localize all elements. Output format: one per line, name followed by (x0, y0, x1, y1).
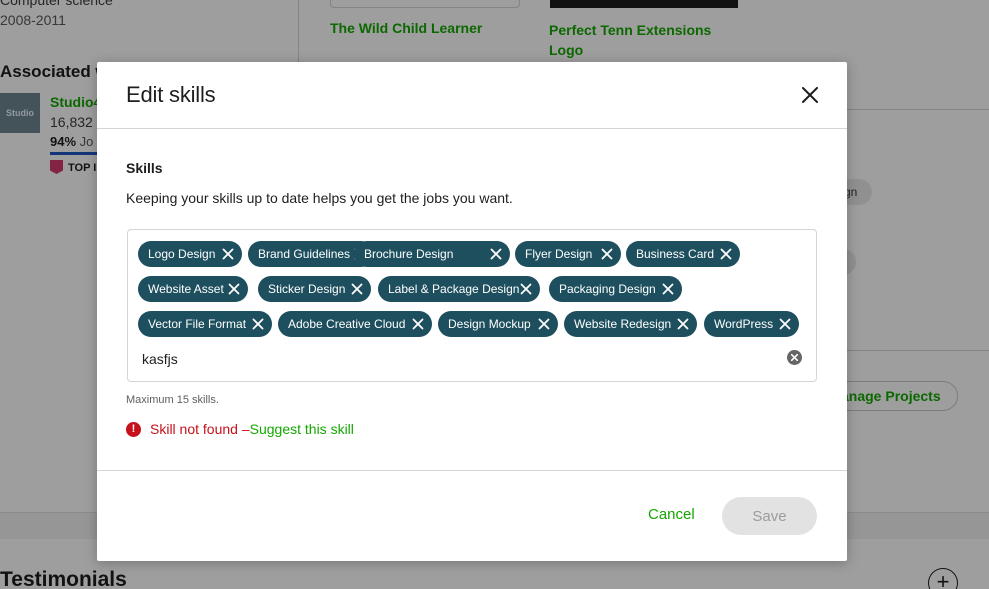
skill-search-input[interactable]: kasfjs (142, 351, 178, 367)
x-icon[interactable] (520, 283, 532, 295)
skill-chip-label: Website Asset (148, 282, 224, 296)
dialog-title: Edit skills (126, 82, 216, 107)
skill-chip[interactable]: Website Redesign (564, 311, 697, 337)
skill-chip[interactable]: Brochure Design (354, 241, 510, 267)
x-icon[interactable] (490, 248, 502, 260)
skill-chip[interactable]: Business Card (626, 241, 740, 267)
x-icon[interactable] (662, 283, 674, 295)
skill-chip-label: Packaging Design (559, 282, 656, 296)
x-icon[interactable] (601, 248, 613, 260)
error-text: Skill not found – (150, 421, 250, 437)
skill-chip-label: Vector File Format (148, 317, 247, 331)
close-icon (802, 87, 818, 103)
skill-chip-label: Brochure Design (364, 247, 454, 261)
skill-chip[interactable]: Sticker Design (258, 276, 371, 302)
skill-chip[interactable]: Label & Package Design (378, 276, 540, 302)
edit-skills-dialog: Edit skills Skills Keeping your skills u… (97, 62, 847, 561)
x-icon[interactable] (779, 318, 791, 330)
clear-circle-icon (791, 354, 798, 361)
close-button[interactable] (797, 82, 823, 108)
skill-chip-label: Adobe Creative Cloud (288, 317, 406, 331)
skill-chip-label: Business Card (636, 247, 715, 261)
x-icon[interactable] (351, 283, 363, 295)
skill-chip[interactable]: Logo Design (138, 241, 242, 267)
clear-input-button[interactable] (787, 350, 802, 365)
skill-chip-label: Website Redesign (574, 317, 672, 331)
skill-chip-label: Brand Guidelines (258, 247, 351, 261)
x-icon[interactable] (412, 318, 424, 330)
dialog-footer-divider (97, 470, 847, 471)
skill-chip-label: WordPress (714, 317, 774, 331)
skills-description: Keeping your skills up to date helps you… (126, 190, 513, 206)
cancel-button[interactable]: Cancel (648, 506, 695, 523)
skill-chip[interactable]: Website Asset (138, 276, 248, 302)
error-message: ! Skill not found – Suggest this skill (126, 421, 354, 437)
skill-chip-label: Design Mockup (448, 317, 531, 331)
skill-chip[interactable]: Vector File Format (138, 311, 272, 337)
exclamation-circle-icon: ! (126, 421, 141, 437)
skill-chip-label: Logo Design (148, 247, 216, 261)
x-icon[interactable] (720, 248, 732, 260)
skill-chip[interactable]: WordPress (704, 311, 799, 337)
skill-chip[interactable]: Adobe Creative Cloud (278, 311, 432, 337)
suggest-skill-link[interactable]: Suggest this skill (250, 421, 354, 437)
skill-chip-label: Sticker Design (268, 282, 346, 296)
x-icon[interactable] (252, 318, 264, 330)
x-icon[interactable] (222, 248, 234, 260)
x-icon[interactable] (677, 318, 689, 330)
skill-chip[interactable]: Flyer Design (515, 241, 621, 267)
skills-input-box[interactable]: Logo Design Brand Guidelines Brochure Desi… (127, 229, 817, 382)
skill-chip[interactable]: Design Mockup (438, 311, 558, 337)
skill-chip[interactable]: Packaging Design (549, 276, 682, 302)
x-icon[interactable] (228, 283, 240, 295)
skills-label: Skills (126, 160, 163, 176)
dialog-header: Edit skills (97, 62, 847, 129)
save-button[interactable]: Save (722, 497, 817, 535)
skill-chip-label: Label & Package Design (388, 282, 520, 296)
skill-chip-label: Flyer Design (525, 247, 593, 261)
x-icon[interactable] (538, 318, 550, 330)
max-skills-note: Maximum 15 skills. (126, 394, 219, 406)
